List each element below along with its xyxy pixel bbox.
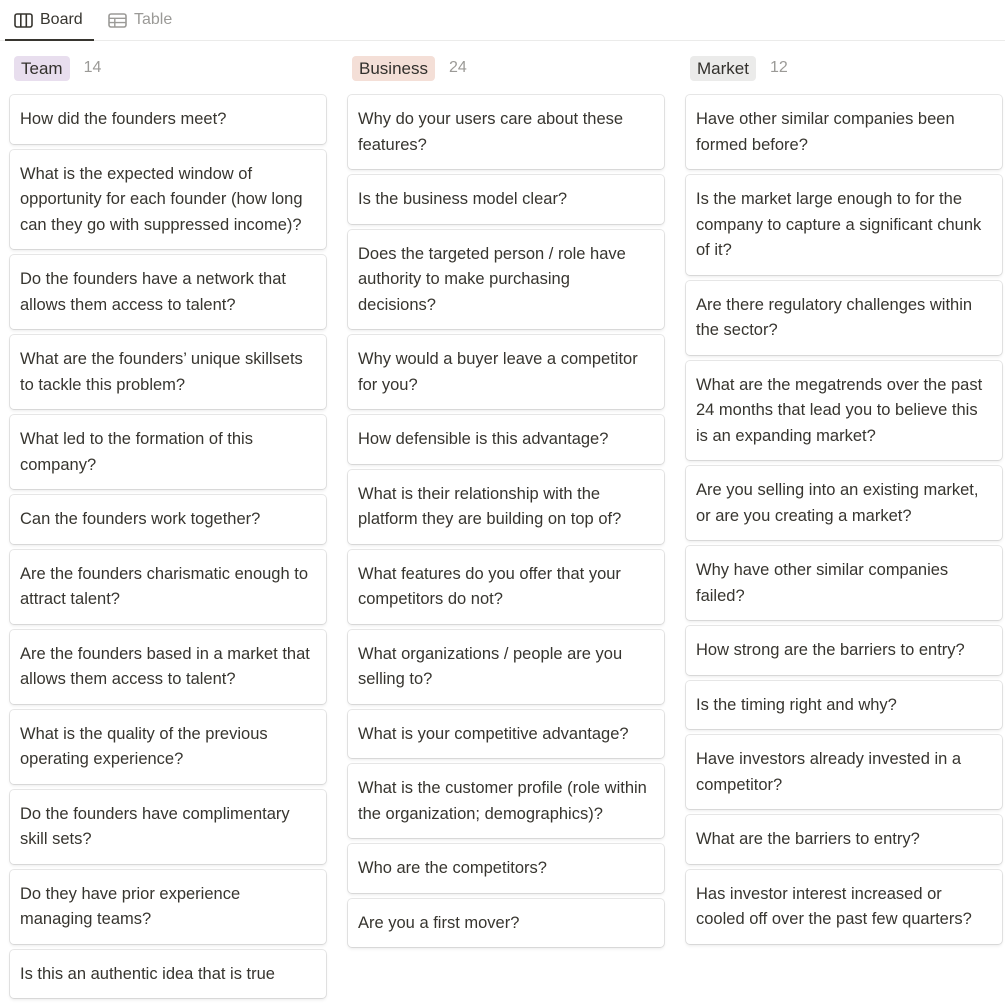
- board-card[interactable]: What is the quality of the previous oper…: [10, 709, 326, 784]
- board-card[interactable]: Why have other similar companies failed?: [686, 546, 1002, 620]
- column-count: 12: [769, 59, 788, 76]
- board-card[interactable]: Do the founders have a network that allo…: [10, 255, 326, 329]
- board-card[interactable]: Are you a first mover?: [348, 898, 664, 947]
- board-view: Team 14 How did the founders meet? What i…: [0, 41, 1005, 1005]
- card-list: Why do your users care about these featu…: [348, 95, 664, 953]
- tab-table-label: Table: [134, 11, 173, 28]
- board-card[interactable]: Do they have prior experience managing t…: [10, 869, 326, 944]
- board-card[interactable]: Why would a buyer leave a competitor for…: [348, 335, 664, 409]
- board-card[interactable]: Who are the competitors?: [348, 844, 664, 893]
- column-header[interactable]: Business 24: [348, 41, 664, 95]
- board-card[interactable]: Are the founders based in a market that …: [10, 629, 326, 704]
- board-card[interactable]: Has investor interest increased or coole…: [686, 869, 1002, 944]
- board-card[interactable]: Is the market large enough to for the co…: [686, 175, 1002, 275]
- board-column-business: Business 24 Why do your users care about…: [348, 41, 664, 953]
- board-icon: [14, 12, 33, 28]
- board-card[interactable]: Why do your users care about these featu…: [348, 95, 664, 169]
- board-card[interactable]: What is your competitive advantage?: [348, 709, 664, 758]
- board-card[interactable]: Do the founders have complimentary skill…: [10, 789, 326, 864]
- board-card[interactable]: Are you selling into an existing market,…: [686, 466, 1002, 540]
- board-card[interactable]: How strong are the barriers to entry?: [686, 626, 1002, 675]
- board-card[interactable]: What is the customer profile (role withi…: [348, 764, 664, 838]
- board-card[interactable]: How did the founders meet?: [10, 95, 326, 144]
- board-card[interactable]: Are there regulatory challenges within t…: [686, 280, 1002, 355]
- board-card[interactable]: Is this an authentic idea that is true: [10, 949, 326, 998]
- tab-table[interactable]: Table: [108, 0, 172, 40]
- column-title-pill: Market: [690, 55, 756, 81]
- board-card[interactable]: What are the megatrends over the past 24…: [686, 360, 1002, 460]
- board-card[interactable]: Is the business model clear?: [348, 175, 664, 224]
- column-title-pill: Business: [352, 55, 435, 81]
- view-switcher: Board Table: [0, 0, 1005, 41]
- tab-board[interactable]: Board: [5, 0, 94, 41]
- tab-board-label: Board: [40, 11, 83, 28]
- board-card[interactable]: What organizations / people are you sell…: [348, 629, 664, 704]
- board-card[interactable]: What are the barriers to entry?: [686, 815, 1002, 864]
- table-icon: [108, 12, 127, 28]
- board-card[interactable]: What led to the formation of this compan…: [10, 415, 326, 489]
- board-card[interactable]: Are the founders charismatic enough to a…: [10, 549, 326, 624]
- card-list: Have other similar companies been formed…: [686, 95, 1002, 950]
- board-card[interactable]: Can the founders work together?: [10, 495, 326, 544]
- board-card[interactable]: How defensible is this advantage?: [348, 415, 664, 464]
- board-card[interactable]: Is the timing right and why?: [686, 680, 1002, 729]
- column-title-pill: Team: [14, 55, 70, 81]
- board-column-team: Team 14 How did the founders meet? What i…: [10, 41, 326, 1004]
- board-card[interactable]: What are the founders’ unique skillsets …: [10, 335, 326, 409]
- board-column-market: Market 12 Have other similar companies b…: [686, 41, 1002, 950]
- board-card[interactable]: What features do you offer that your com…: [348, 549, 664, 624]
- board-card[interactable]: What is their relationship with the plat…: [348, 469, 664, 544]
- board-card[interactable]: Does the targeted person / role have aut…: [348, 229, 664, 329]
- board-card[interactable]: What is the expected window of opportuni…: [10, 149, 326, 249]
- board-card[interactable]: Have investors already invested in a com…: [686, 735, 1002, 809]
- card-list: How did the founders meet? What is the ex…: [10, 95, 326, 1004]
- column-count: 24: [448, 59, 467, 76]
- column-count: 14: [83, 59, 102, 76]
- column-header[interactable]: Market 12: [686, 41, 1002, 95]
- board-card[interactable]: Have other similar companies been formed…: [686, 95, 1002, 169]
- column-header[interactable]: Team 14: [10, 41, 326, 95]
